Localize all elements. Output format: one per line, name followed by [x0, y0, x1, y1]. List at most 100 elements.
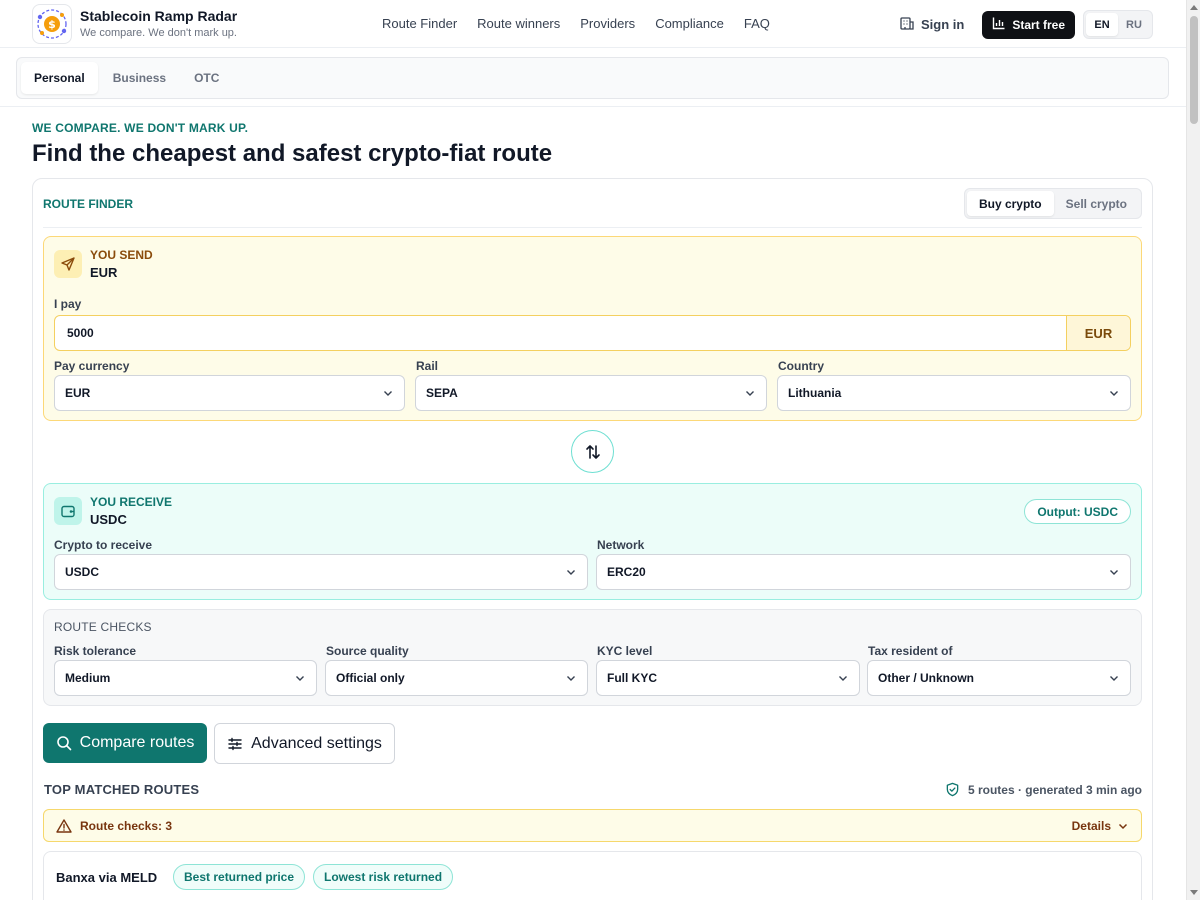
you-receive-panel: YOU RECEIVE USDC Output: USDC Crypto to … — [43, 483, 1142, 600]
advanced-settings-button[interactable]: Advanced settings — [214, 723, 395, 764]
nav-faq[interactable]: FAQ — [744, 16, 770, 31]
lang-en[interactable]: EN — [1086, 13, 1118, 36]
scroll-up-arrow[interactable] — [1190, 5, 1198, 10]
results-title: TOP MATCHED ROUTES — [44, 782, 200, 797]
you-send-label: YOU SEND — [90, 248, 153, 262]
source-quality-label: Source quality — [326, 644, 409, 658]
sliders-icon — [228, 737, 242, 750]
chevron-down-icon — [746, 391, 754, 396]
divider — [0, 106, 1186, 107]
sign-in-button[interactable]: Sign in — [889, 11, 974, 39]
tax-resident-label: Tax resident of — [868, 644, 953, 658]
start-free-button[interactable]: Start free — [982, 10, 1075, 39]
kyc-level-value: Full KYC — [607, 671, 657, 685]
hero-eyebrow: WE COMPARE. WE DON'T MARK UP. — [32, 121, 249, 135]
tab-otc[interactable]: OTC — [181, 62, 232, 94]
sell-crypto-tab[interactable]: Sell crypto — [1054, 191, 1139, 216]
buy-sell-toggle: Buy crypto Sell crypto — [963, 188, 1142, 219]
kyc-level-label: KYC level — [597, 644, 653, 658]
nav-providers[interactable]: Providers — [580, 16, 635, 31]
risk-tolerance-label: Risk tolerance — [54, 644, 137, 658]
source-quality-select[interactable]: Official only — [325, 660, 588, 696]
you-send-currency: EUR — [90, 265, 118, 280]
crypto-value: USDC — [65, 565, 100, 579]
results-meta-text: 5 routes · generated 3 min ago — [967, 782, 1142, 797]
rail-select[interactable]: SEPA — [415, 375, 767, 411]
buy-crypto-tab[interactable]: Buy crypto — [966, 191, 1054, 216]
lang-ru[interactable]: RU — [1118, 13, 1150, 36]
route-result-card[interactable]: Banxa via MELD Best returned price Lowes… — [43, 851, 1142, 900]
header-actions: Sign in Start free EN RU — [889, 10, 1153, 39]
rail-label: Rail — [416, 359, 439, 373]
brand[interactable]: $ Stablecoin Ramp Radar We compare. We d… — [32, 4, 237, 44]
svg-text:$: $ — [48, 18, 56, 31]
advanced-settings-label: Advanced settings — [251, 734, 382, 752]
crypto-to-receive-label: Crypto to receive — [54, 538, 153, 552]
segment-tabs: Personal Business OTC — [16, 57, 1169, 99]
search-icon — [56, 736, 71, 751]
route-finder-card: ROUTE FINDER Buy crypto Sell crypto YOU … — [32, 178, 1153, 900]
network-select[interactable]: ERC20 — [596, 554, 1131, 590]
pay-currency-label: Pay currency — [54, 359, 130, 373]
route-checks-notice[interactable]: Route checks: 3 Details — [43, 809, 1142, 842]
brand-title: Stablecoin Ramp Radar — [80, 8, 238, 25]
tab-business[interactable]: Business — [100, 62, 179, 94]
tax-resident-select[interactable]: Other / Unknown — [867, 660, 1131, 696]
pay-currency-value: EUR — [65, 386, 91, 400]
details-toggle[interactable]: Details — [1072, 819, 1129, 833]
scroll-down-arrow[interactable] — [1190, 890, 1198, 895]
tax-resident-value: Other / Unknown — [878, 671, 974, 685]
country-select[interactable]: Lithuania — [777, 375, 1131, 411]
shield-check-icon — [946, 782, 959, 797]
scrollbar-thumb[interactable] — [1190, 16, 1198, 124]
chevron-down-icon — [1118, 823, 1128, 829]
route-checks-panel: ROUTE CHECKS Risk tolerance Medium Sourc… — [43, 609, 1142, 706]
page-title: Find the cheapest and safest crypto-fiat… — [32, 140, 553, 167]
results-meta: 5 routes · generated 3 min ago — [945, 782, 1142, 797]
compare-routes-label: Compare routes — [79, 734, 195, 751]
rail-value: SEPA — [426, 386, 458, 400]
page: $ Stablecoin Ramp Radar We compare. We d… — [0, 0, 1186, 900]
chevron-down-icon — [567, 676, 575, 681]
source-quality-value: Official only — [336, 671, 405, 685]
you-receive-label: YOU RECEIVE — [90, 495, 173, 509]
route-checks-count: Route checks: 3 — [80, 818, 173, 833]
amount-field[interactable]: 5000 EUR — [54, 315, 1131, 351]
nav-route-finder[interactable]: Route Finder — [382, 16, 457, 31]
output-badge: Output: USDC — [1024, 499, 1131, 524]
compare-routes-button[interactable]: Compare routes — [43, 723, 207, 763]
i-pay-label: I pay — [54, 297, 82, 311]
wallet-icon — [54, 497, 82, 525]
country-value: Lithuania — [788, 386, 842, 400]
tab-personal[interactable]: Personal — [21, 62, 98, 94]
page-scrollbar[interactable] — [1186, 0, 1200, 900]
send-icon — [54, 250, 82, 278]
nav-route-winners[interactable]: Route winners — [477, 16, 560, 31]
swap-direction-button[interactable] — [571, 430, 614, 473]
details-label: Details — [1071, 818, 1111, 833]
chevron-down-icon — [839, 676, 847, 681]
you-receive-currency: USDC — [90, 512, 127, 527]
main-nav: Route Finder Route winners Providers Com… — [382, 16, 770, 31]
you-send-panel: YOU SEND EUR I pay 5000 EUR Pay currency… — [43, 236, 1142, 421]
top-header: $ Stablecoin Ramp Radar We compare. We d… — [0, 0, 1186, 48]
nav-compliance[interactable]: Compliance — [655, 16, 724, 31]
divider — [43, 227, 1142, 228]
route-checks-title: ROUTE CHECKS — [54, 620, 152, 634]
building-icon — [899, 15, 915, 34]
risk-tolerance-select[interactable]: Medium — [54, 660, 317, 696]
amount-input[interactable]: 5000 — [55, 326, 1066, 340]
country-label: Country — [778, 359, 824, 373]
lowest-risk-badge: Lowest risk returned — [313, 864, 454, 890]
kyc-level-select[interactable]: Full KYC — [596, 660, 860, 696]
chevron-down-icon — [384, 391, 392, 396]
brand-subtitle: We compare. We don't mark up. — [80, 26, 237, 39]
chevron-down-icon — [567, 570, 575, 575]
pay-currency-select[interactable]: EUR — [54, 375, 405, 411]
chevron-down-icon — [1110, 676, 1118, 681]
language-switcher: EN RU — [1083, 10, 1153, 39]
chevron-down-icon — [296, 676, 304, 681]
crypto-select[interactable]: USDC — [54, 554, 588, 590]
risk-tolerance-value: Medium — [65, 671, 111, 685]
network-value: ERC20 — [607, 565, 646, 579]
